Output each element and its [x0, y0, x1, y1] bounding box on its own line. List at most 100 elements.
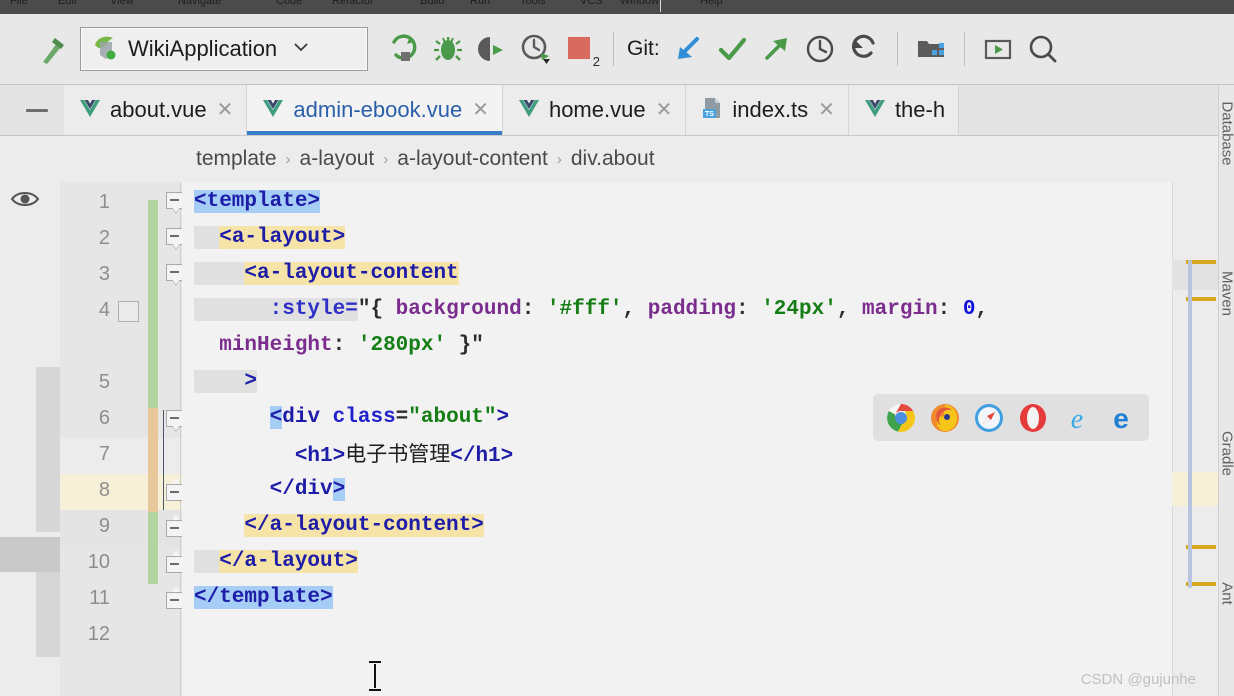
fold-marker-line9[interactable] [165, 514, 183, 542]
line-number: 8 [98, 479, 110, 501]
close-icon[interactable]: ✕ [818, 100, 835, 120]
code-line-4[interactable]: :style="{ background: '#fff', padding: '… [194, 292, 1184, 328]
menu-item-vcs[interactable]: VCS [580, 0, 603, 7]
vue-file-icon [517, 96, 541, 125]
menu-item-build[interactable]: Build [420, 0, 444, 7]
search-icon[interactable] [1020, 27, 1064, 71]
code-editor[interactable]: 1 2 3 4 5 6 7 8 9 10 11 12 <template> <a… [0, 182, 1234, 696]
update-project-icon[interactable] [666, 27, 710, 71]
tool-window-database[interactable]: Database [1219, 88, 1234, 180]
code-line-10[interactable]: </a-layout> [194, 544, 1184, 580]
fold-marker-line6[interactable] [165, 410, 183, 432]
tab-label: about.vue [110, 97, 207, 122]
tab-home-vue[interactable]: home.vue ✕ [502, 85, 687, 135]
fold-marker-line2[interactable] [165, 228, 183, 250]
run-with-coverage-icon[interactable] [470, 27, 514, 71]
fold-marker-line10[interactable] [165, 550, 183, 578]
menu-item-help[interactable]: Help [700, 0, 723, 7]
vue-file-icon [261, 96, 285, 125]
minimize-icon[interactable] [18, 97, 56, 123]
code-line-8[interactable]: </div> [194, 472, 1184, 508]
tab-index-ts[interactable]: TS index.ts ✕ [686, 85, 849, 135]
git-label: Git: [627, 37, 660, 60]
toolbar-divider-2 [896, 32, 898, 66]
code-line-3[interactable]: <a-layout-content [194, 256, 1184, 292]
tab-about-vue[interactable]: about.vue ✕ [64, 85, 248, 135]
vue-file-icon [863, 96, 887, 125]
fold-marker-line1[interactable] [165, 192, 183, 214]
code-line-4-wrap[interactable]: minHeight: '280px' }" [194, 328, 1184, 364]
right-tool-window-bar[interactable]: Database Maven Gradle Ant [1218, 85, 1234, 696]
main-toolbar: WikiApplication 2 Git: [0, 14, 1234, 85]
fold-marker-line8[interactable] [165, 478, 183, 506]
code-line-11[interactable]: </template> [194, 580, 1184, 616]
fold-marker-line3[interactable] [165, 264, 183, 286]
history-clock-icon[interactable] [798, 27, 842, 71]
commit-checkmark-icon[interactable] [710, 27, 754, 71]
internet-explorer-icon[interactable]: e [1060, 401, 1094, 435]
browser-preview-popup[interactable]: e e [873, 394, 1149, 441]
line-number: 6 [98, 407, 110, 429]
tool-window-maven[interactable]: Maven [1219, 248, 1234, 340]
edge-icon[interactable]: e [1104, 401, 1138, 435]
indent-guide [163, 410, 164, 510]
breadcrumb-item-div-about[interactable]: div.about [571, 147, 655, 171]
code-line-12[interactable] [194, 616, 1184, 652]
editor-tab-bar: about.vue ✕ admin-ebook.vue ✕ home.vue ✕… [0, 85, 1234, 136]
chrome-icon[interactable] [884, 401, 918, 435]
preview-window-icon[interactable] [976, 27, 1020, 71]
line-number: 3 [98, 263, 110, 285]
stop-icon[interactable]: 2 [558, 27, 602, 71]
toolbar-divider-3 [963, 32, 965, 66]
code-line-9[interactable]: </a-layout-content> [194, 508, 1184, 544]
vcs-change-bar-added[interactable] [148, 200, 158, 408]
safari-icon[interactable] [972, 401, 1006, 435]
run-icon[interactable] [382, 27, 426, 71]
gutter-fold-square-line4[interactable] [118, 301, 139, 322]
line-number: 2 [98, 227, 110, 249]
menu-item-navigate[interactable]: Navigate [178, 0, 221, 7]
opera-icon[interactable] [1016, 401, 1050, 435]
menu-item-view[interactable]: View [110, 0, 134, 7]
push-arrow-icon[interactable] [754, 27, 798, 71]
hammer-icon[interactable] [30, 27, 74, 71]
fold-marker-line11[interactable] [165, 586, 183, 614]
spring-leaf-icon [91, 33, 119, 66]
vcs-change-bar-added-2[interactable] [148, 512, 158, 584]
code-line-2[interactable]: <a-layout> [194, 220, 1184, 256]
code-line-7[interactable]: <h1>电子书管理</h1> [194, 436, 1184, 472]
breadcrumb-item-a-layout[interactable]: a-layout [300, 147, 375, 171]
menu-item-edit[interactable]: Edit [58, 0, 77, 7]
project-name-label: WikiApplication [128, 36, 278, 61]
breadcrumb-item-template[interactable]: template [196, 147, 277, 171]
tab-admin-ebook-vue[interactable]: admin-ebook.vue ✕ [247, 85, 503, 135]
editor-scrollbar[interactable] [1188, 260, 1192, 588]
close-icon[interactable]: ✕ [472, 100, 489, 120]
menu-item-refactor[interactable]: Refactor [332, 0, 374, 7]
breadcrumb-item-a-layout-content[interactable]: a-layout-content [397, 147, 548, 171]
menu-item-tools[interactable]: Tools [520, 0, 546, 7]
bug-icon[interactable] [426, 27, 470, 71]
rollback-undo-icon[interactable] [842, 27, 886, 71]
close-icon[interactable]: ✕ [217, 100, 234, 120]
breadcrumb-separator: › [556, 150, 562, 168]
firefox-icon[interactable] [928, 401, 962, 435]
close-icon[interactable]: ✕ [656, 100, 673, 120]
menu-bar[interactable]: File Edit View Navigate Code Refactor Bu… [0, 0, 1234, 14]
profiler-icon[interactable] [514, 27, 558, 71]
code-line-1[interactable]: <template> [194, 184, 1184, 220]
tool-window-ant[interactable]: Ant [1219, 548, 1234, 640]
run-configuration-selector[interactable]: WikiApplication [80, 27, 368, 71]
vcs-change-bar-modified[interactable] [148, 408, 158, 512]
tab-label: index.ts [732, 97, 809, 122]
preview-eye-icon[interactable] [10, 188, 40, 210]
chevron-down-icon[interactable] [292, 38, 310, 61]
project-structure-icon[interactable] [909, 27, 953, 71]
tool-window-gradle[interactable]: Gradle [1219, 408, 1234, 500]
menu-item-window[interactable]: Window [620, 0, 659, 7]
menu-item-run[interactable]: Run [470, 0, 490, 7]
line-number: 5 [98, 371, 110, 393]
tab-the-h[interactable]: the-h [848, 85, 960, 135]
menu-item-file[interactable]: File [10, 0, 28, 7]
menu-item-code[interactable]: Code [276, 0, 302, 7]
